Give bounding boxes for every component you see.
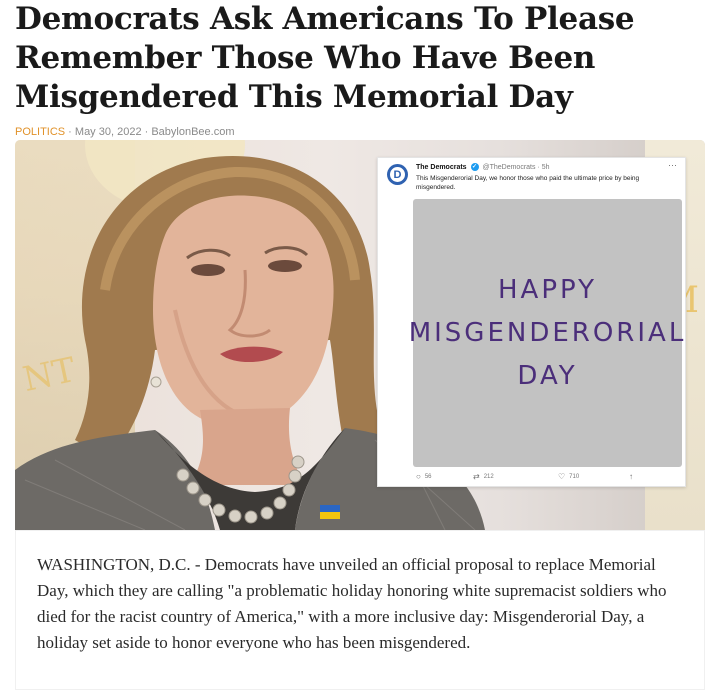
article-headline: Democrats Ask Americans To Please Rememb…	[15, 1, 635, 115]
embedded-tweet[interactable]: D The Democrats ✓ @TheDemocrats · 5h ···…	[377, 157, 686, 487]
avatar-letter: D	[390, 167, 405, 182]
meta-separator: ·	[65, 126, 75, 138]
heart-icon: ♡	[558, 472, 566, 481]
article-date: May 30, 2022	[74, 126, 142, 138]
hero-image: M NT	[15, 140, 705, 530]
meta-separator-2: ·	[141, 126, 152, 138]
tweet-image[interactable]: HAPPY MISGENDERORIAL DAY	[409, 199, 683, 467]
verified-badge-icon: ✓	[470, 163, 479, 171]
tweet-image-text: HAPPY MISGENDERORIAL DAY	[408, 274, 687, 391]
retweet-icon: ⇄	[473, 472, 480, 481]
tweet-handle: @TheDemocrats · 5h	[482, 163, 550, 171]
category-link[interactable]: POLITICS	[15, 126, 65, 138]
article-paragraph: WASHINGTON, D.C. - Democrats have unveil…	[37, 555, 667, 652]
reply-icon: ○	[416, 472, 421, 481]
retweet-count: 212	[483, 473, 494, 480]
reply-count: 56	[424, 473, 432, 480]
share-action[interactable]: ↑	[629, 472, 633, 481]
like-action[interactable]: ♡ 710	[558, 472, 579, 481]
article-source: BabylonBee.com	[151, 126, 235, 138]
like-count: 710	[569, 473, 580, 480]
article-body: WASHINGTON, D.C. - Democrats have unveil…	[15, 530, 705, 690]
retweet-action[interactable]: ⇄ 212	[473, 472, 494, 481]
more-options-icon[interactable]: ···	[668, 160, 677, 170]
reply-action[interactable]: ○ 56	[416, 472, 432, 481]
share-icon: ↑	[629, 472, 633, 481]
article-meta: POLITICS · May 30, 2022 · BabylonBee.com	[15, 126, 235, 138]
tweet-author[interactable]: The Democrats ✓ @TheDemocrats · 5h	[416, 163, 550, 171]
tweet-author-name[interactable]: The Democrats	[416, 164, 467, 171]
tweet-text: This Misgenderorial Day, we honor those …	[416, 175, 640, 191]
democrats-avatar[interactable]: D	[387, 164, 408, 185]
